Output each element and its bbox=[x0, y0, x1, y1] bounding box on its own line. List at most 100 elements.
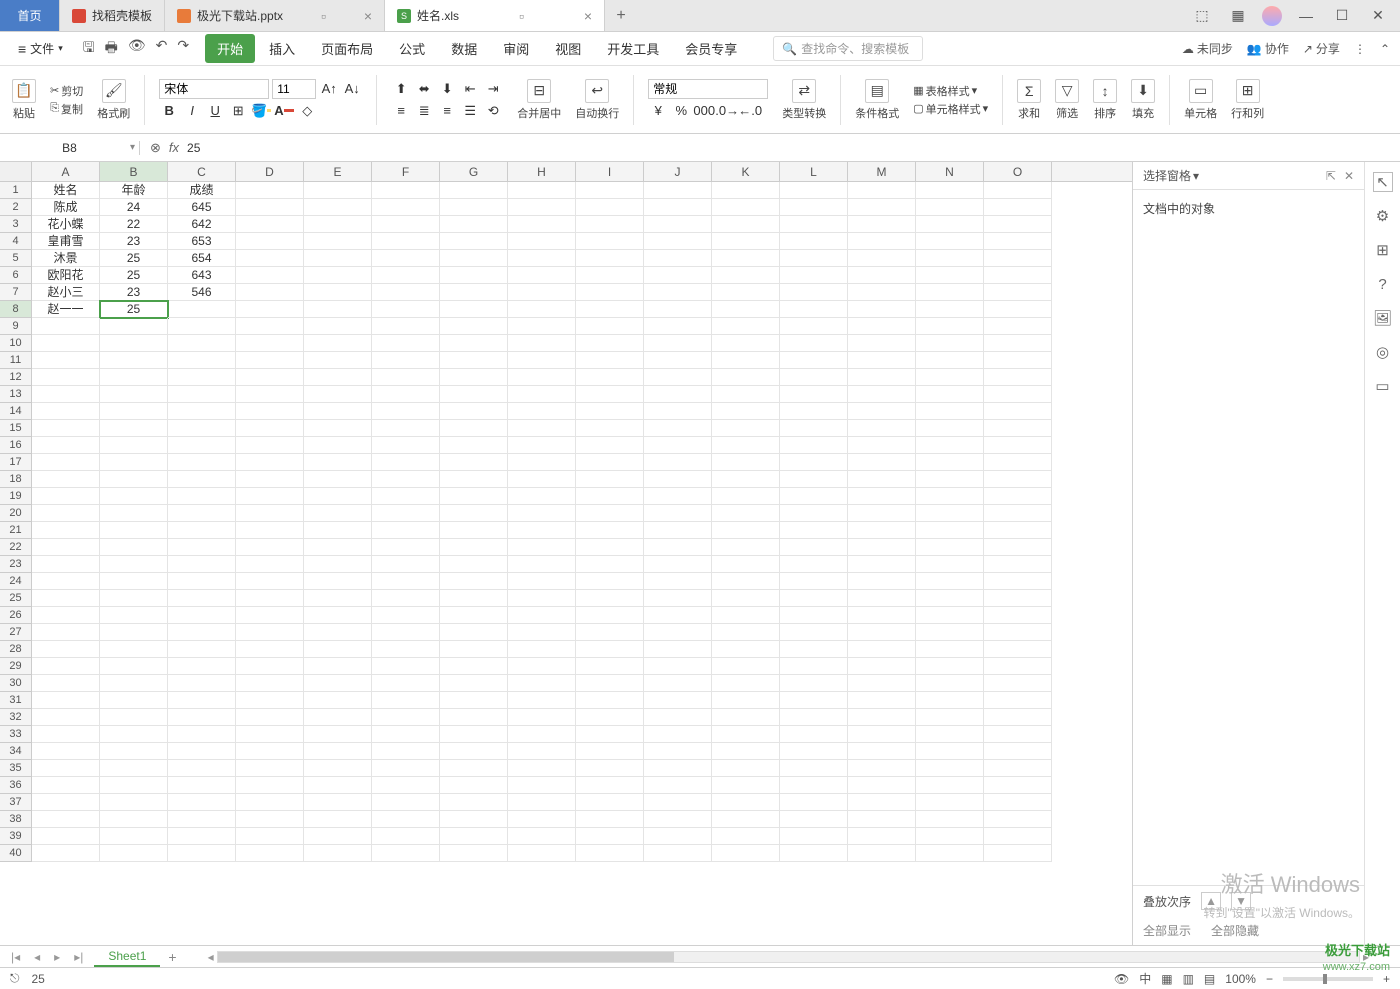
row-header[interactable]: 35 bbox=[0, 760, 32, 777]
cell[interactable] bbox=[236, 522, 304, 539]
cell[interactable] bbox=[576, 233, 644, 250]
cell[interactable] bbox=[780, 352, 848, 369]
cell[interactable] bbox=[780, 284, 848, 301]
cell[interactable] bbox=[984, 403, 1052, 420]
cell[interactable] bbox=[984, 369, 1052, 386]
file-menu[interactable]: ≡ 文件 ▾ bbox=[10, 36, 71, 61]
cell[interactable] bbox=[780, 539, 848, 556]
cell[interactable] bbox=[644, 573, 712, 590]
zoom-out-button[interactable]: − bbox=[1266, 972, 1273, 986]
cell[interactable] bbox=[576, 811, 644, 828]
cell[interactable] bbox=[576, 267, 644, 284]
tab-start[interactable]: 开始 bbox=[205, 34, 255, 63]
cell[interactable] bbox=[848, 726, 916, 743]
hide-all-button[interactable]: 全部隐藏 bbox=[1211, 922, 1259, 939]
cell[interactable] bbox=[916, 420, 984, 437]
cell-style-button[interactable]: ▢ 单元格样式 ▾ bbox=[913, 101, 988, 117]
cell[interactable] bbox=[984, 777, 1052, 794]
cell[interactable] bbox=[984, 267, 1052, 284]
cell[interactable] bbox=[372, 658, 440, 675]
cell[interactable] bbox=[304, 250, 372, 267]
cell[interactable] bbox=[712, 505, 780, 522]
cell[interactable] bbox=[440, 675, 508, 692]
cell[interactable] bbox=[984, 760, 1052, 777]
cell[interactable] bbox=[576, 658, 644, 675]
cell[interactable] bbox=[440, 386, 508, 403]
align-right-icon[interactable]: ≡ bbox=[437, 101, 457, 121]
cell[interactable] bbox=[576, 488, 644, 505]
cell[interactable] bbox=[372, 522, 440, 539]
cell[interactable] bbox=[780, 488, 848, 505]
cell[interactable] bbox=[508, 369, 576, 386]
cell[interactable] bbox=[984, 454, 1052, 471]
cell[interactable] bbox=[916, 454, 984, 471]
cell[interactable] bbox=[848, 556, 916, 573]
tab-add-button[interactable]: + bbox=[605, 0, 637, 31]
sheet-nav-prev[interactable]: ◂ bbox=[31, 950, 43, 964]
cell[interactable] bbox=[372, 199, 440, 216]
cell[interactable] bbox=[848, 675, 916, 692]
paste-button[interactable]: 📋 粘贴 bbox=[8, 77, 40, 123]
col-header[interactable]: B bbox=[100, 162, 168, 181]
cell[interactable] bbox=[32, 641, 100, 658]
cell[interactable] bbox=[372, 845, 440, 862]
cell[interactable] bbox=[100, 454, 168, 471]
cell[interactable] bbox=[32, 386, 100, 403]
cell[interactable] bbox=[508, 607, 576, 624]
cell[interactable] bbox=[712, 488, 780, 505]
col-header[interactable]: J bbox=[644, 162, 712, 181]
cell[interactable] bbox=[100, 794, 168, 811]
cell[interactable] bbox=[440, 284, 508, 301]
cell[interactable] bbox=[644, 352, 712, 369]
cell[interactable] bbox=[780, 420, 848, 437]
cell[interactable] bbox=[712, 403, 780, 420]
cell[interactable] bbox=[32, 556, 100, 573]
cell[interactable] bbox=[440, 216, 508, 233]
cell[interactable] bbox=[440, 794, 508, 811]
pointer-tool-icon[interactable]: ↖ bbox=[1373, 172, 1393, 192]
cell[interactable] bbox=[984, 522, 1052, 539]
preview-icon[interactable]: 👁 bbox=[128, 37, 146, 61]
cell[interactable] bbox=[32, 488, 100, 505]
cell[interactable] bbox=[780, 471, 848, 488]
cell[interactable] bbox=[712, 471, 780, 488]
cell[interactable] bbox=[32, 573, 100, 590]
cell[interactable] bbox=[916, 301, 984, 318]
fill-color-button[interactable]: 🪣 bbox=[251, 101, 271, 121]
cell[interactable] bbox=[916, 607, 984, 624]
row-header[interactable]: 22 bbox=[0, 539, 32, 556]
cell[interactable] bbox=[712, 828, 780, 845]
cell[interactable] bbox=[508, 318, 576, 335]
cell[interactable] bbox=[712, 216, 780, 233]
cell[interactable] bbox=[576, 709, 644, 726]
cell[interactable]: 643 bbox=[168, 267, 236, 284]
cell[interactable] bbox=[780, 573, 848, 590]
cell[interactable] bbox=[372, 811, 440, 828]
cell[interactable] bbox=[984, 505, 1052, 522]
cell[interactable] bbox=[168, 624, 236, 641]
cell[interactable] bbox=[780, 641, 848, 658]
cell[interactable]: 25 bbox=[100, 267, 168, 284]
col-header[interactable]: D bbox=[236, 162, 304, 181]
cancel-fx-icon[interactable]: ⊗ bbox=[150, 140, 161, 156]
cell[interactable] bbox=[236, 233, 304, 250]
number-format-select[interactable] bbox=[648, 79, 768, 99]
cell[interactable] bbox=[236, 488, 304, 505]
cell[interactable] bbox=[644, 624, 712, 641]
share-button[interactable]: ↗ 分享 bbox=[1303, 40, 1340, 57]
cell[interactable] bbox=[236, 335, 304, 352]
cell[interactable] bbox=[372, 233, 440, 250]
cell[interactable] bbox=[508, 403, 576, 420]
font-name-select[interactable] bbox=[159, 79, 269, 99]
cell[interactable] bbox=[100, 692, 168, 709]
cell[interactable] bbox=[32, 794, 100, 811]
cell[interactable] bbox=[304, 522, 372, 539]
cell[interactable] bbox=[168, 301, 236, 318]
percent-icon[interactable]: % bbox=[671, 101, 691, 121]
target-tool-icon[interactable]: ◎ bbox=[1373, 342, 1393, 362]
cell[interactable] bbox=[32, 658, 100, 675]
cell[interactable] bbox=[984, 301, 1052, 318]
cell[interactable] bbox=[576, 250, 644, 267]
filter-button[interactable]: ▽筛选 bbox=[1051, 77, 1083, 123]
cell[interactable] bbox=[644, 522, 712, 539]
